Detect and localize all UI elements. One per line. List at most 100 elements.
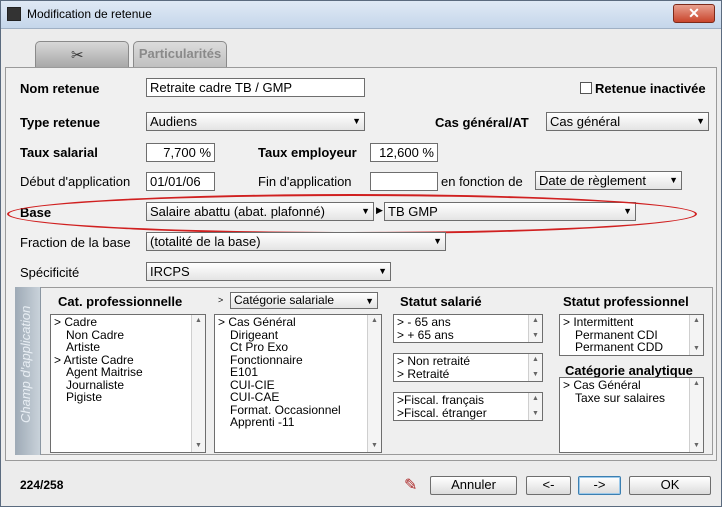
scroll-down-icon[interactable]: ▼ bbox=[693, 343, 700, 356]
scroll-up-icon[interactable]: ▲ bbox=[532, 315, 539, 328]
scroll-down-icon[interactable]: ▼ bbox=[532, 408, 539, 421]
close-button[interactable]: ✕ bbox=[673, 4, 715, 23]
tab-general[interactable]: ✂ bbox=[35, 41, 129, 67]
scroll-down-icon[interactable]: ▼ bbox=[532, 369, 539, 382]
cancel-button[interactable]: Annuler bbox=[430, 476, 517, 495]
categorie-analytique-list[interactable]: > Cas Général Taxe sur salaires ▲ ▼ bbox=[559, 377, 704, 453]
chevron-down-icon: ▼ bbox=[433, 236, 442, 246]
list-item[interactable]: >Fiscal. étranger bbox=[397, 406, 539, 420]
retenue-inactivee-checkbox[interactable] bbox=[580, 82, 592, 94]
date-reference-select[interactable]: Date de règlement ▼ bbox=[535, 171, 682, 190]
scroll-down-icon[interactable]: ▼ bbox=[693, 440, 700, 453]
record-counter: 224/258 bbox=[20, 478, 64, 492]
dialog-window: Modification de retenue ✕ ✂ Particularit… bbox=[0, 0, 722, 507]
list-item[interactable]: > Cas Général bbox=[218, 316, 378, 329]
cas-general-select[interactable]: Cas général ▼ bbox=[546, 112, 709, 131]
cas-general-label: Cas général/AT bbox=[435, 115, 529, 130]
fin-application-label: Fin d'application bbox=[258, 174, 352, 189]
fraction-base-label: Fraction de la base bbox=[20, 235, 131, 250]
list-item[interactable]: > Cadre bbox=[54, 316, 202, 329]
chevron-down-icon: ▼ bbox=[365, 296, 374, 306]
champ-application-label: Champ d'application bbox=[18, 305, 33, 423]
scroll-down-icon[interactable]: ▼ bbox=[195, 440, 202, 453]
cat-professionnelle-list[interactable]: > Cadre Non Cadre Artiste > Artiste Cadr… bbox=[50, 314, 206, 453]
specificite-select[interactable]: IRCPS ▼ bbox=[146, 262, 391, 281]
base-value: Salaire abattu (abat. plafonné) bbox=[150, 204, 325, 219]
list-item[interactable]: > Cas Général bbox=[563, 379, 700, 392]
title-bar: Modification de retenue ✕ bbox=[1, 1, 721, 29]
type-retenue-value: Audiens bbox=[150, 114, 197, 129]
previous-button[interactable]: <- bbox=[526, 476, 571, 495]
base-label: Base bbox=[20, 205, 52, 220]
scrollbar[interactable]: ▲ ▼ bbox=[191, 315, 205, 452]
scrollbar[interactable]: ▲ ▼ bbox=[528, 393, 542, 420]
cat-salariale-select[interactable]: Catégorie salariale ▼ bbox=[230, 292, 378, 309]
scrollbar[interactable]: ▲ ▼ bbox=[689, 315, 703, 355]
list-item[interactable]: Agent Maitrise bbox=[54, 366, 202, 379]
debut-application-label: Début d'application bbox=[20, 174, 131, 189]
list-item[interactable]: E101 bbox=[218, 366, 378, 379]
scrollbar[interactable]: ▲ ▼ bbox=[528, 315, 542, 342]
scrollbar[interactable]: ▲ ▼ bbox=[528, 354, 542, 381]
fin-application-input[interactable] bbox=[370, 172, 438, 191]
list-item[interactable]: Apprenti -11 bbox=[218, 416, 378, 429]
list-item[interactable]: > - 65 ans bbox=[397, 316, 539, 329]
scroll-up-icon[interactable]: ▲ bbox=[532, 393, 539, 406]
list-item[interactable]: > + 65 ans bbox=[397, 328, 539, 342]
window-title: Modification de retenue bbox=[27, 7, 152, 21]
scroll-down-icon[interactable]: ▼ bbox=[371, 440, 378, 453]
ok-button[interactable]: OK bbox=[629, 476, 711, 495]
statut-professionnel-list[interactable]: > Intermittent Permanent CDI Permanent C… bbox=[559, 314, 704, 356]
list-item[interactable]: Taxe sur salaires bbox=[563, 391, 700, 405]
cat-salariale-list[interactable]: > Cas Général Dirigeant Ct Pro Exo Fonct… bbox=[214, 314, 382, 453]
en-fonction-de-label: en fonction de bbox=[441, 174, 523, 189]
scroll-down-icon[interactable]: ▼ bbox=[532, 330, 539, 343]
age-list[interactable]: > - 65 ans > + 65 ans ▲ ▼ bbox=[393, 314, 543, 343]
fraction-base-select[interactable]: (totalité de la base) ▼ bbox=[146, 232, 446, 251]
chevron-down-icon: ▼ bbox=[696, 116, 705, 126]
scrollbar[interactable]: ▲ ▼ bbox=[367, 315, 381, 452]
type-retenue-select[interactable]: Audiens ▼ bbox=[146, 112, 365, 131]
date-reference-value: Date de règlement bbox=[539, 173, 646, 188]
pencil-icon[interactable]: ✎ bbox=[404, 475, 417, 495]
scroll-up-icon[interactable]: ▲ bbox=[532, 354, 539, 367]
cat-salariale-value: Catégorie salariale bbox=[234, 293, 335, 307]
list-item[interactable]: CUI-CAE bbox=[218, 391, 378, 404]
scroll-up-icon[interactable]: ▲ bbox=[693, 315, 700, 328]
categorie-analytique-label: Catégorie analytique bbox=[565, 363, 693, 378]
tab-particularites[interactable]: Particularités bbox=[133, 41, 227, 67]
list-item[interactable]: >Fiscal. français bbox=[397, 394, 539, 407]
cas-general-value: Cas général bbox=[550, 114, 621, 129]
next-button[interactable]: -> bbox=[578, 476, 621, 495]
scroll-up-icon[interactable]: ▲ bbox=[693, 378, 700, 391]
list-item[interactable]: > Intermittent bbox=[563, 316, 700, 329]
chevron-down-icon: ▼ bbox=[361, 206, 370, 216]
arrow-right-icon: > bbox=[218, 295, 224, 305]
taux-salarial-input[interactable]: 7,700 % bbox=[146, 143, 215, 162]
base-sub-value: TB GMP bbox=[388, 204, 438, 219]
taux-employeur-input[interactable]: 12,600 % bbox=[370, 143, 438, 162]
list-item[interactable]: Artiste bbox=[54, 341, 202, 354]
scroll-up-icon[interactable]: ▲ bbox=[195, 315, 202, 328]
base-select[interactable]: Salaire abattu (abat. plafonné) ▼ bbox=[146, 202, 374, 221]
type-retenue-label: Type retenue bbox=[20, 115, 100, 130]
list-item[interactable]: > Retraité bbox=[397, 367, 539, 381]
specificite-value: IRCPS bbox=[150, 264, 190, 279]
list-item[interactable]: Pigiste bbox=[54, 391, 202, 404]
list-item[interactable]: Permanent CDD bbox=[563, 341, 700, 354]
tools-icon: ✂ bbox=[71, 47, 84, 64]
app-icon bbox=[7, 7, 21, 21]
statut-salarie-label: Statut salarié bbox=[400, 294, 482, 309]
scroll-up-icon[interactable]: ▲ bbox=[371, 315, 378, 328]
cat-professionnelle-label: Cat. professionnelle bbox=[58, 294, 183, 309]
retraite-list[interactable]: > Non retraité > Retraité ▲ ▼ bbox=[393, 353, 543, 382]
list-item[interactable]: Ct Pro Exo bbox=[218, 341, 378, 354]
debut-application-input[interactable]: 01/01/06 bbox=[146, 172, 215, 191]
nom-retenue-input[interactable]: Retraite cadre TB / GMP bbox=[146, 78, 365, 97]
scrollbar[interactable]: ▲ ▼ bbox=[689, 378, 703, 452]
fiscal-list[interactable]: >Fiscal. français >Fiscal. étranger ▲ ▼ bbox=[393, 392, 543, 421]
retenue-inactivee-label: Retenue inactivée bbox=[595, 81, 706, 96]
base-sub-select[interactable]: TB GMP ▼ bbox=[384, 202, 636, 221]
specificite-label: Spécificité bbox=[20, 265, 80, 280]
list-item[interactable]: > Non retraité bbox=[397, 355, 539, 368]
